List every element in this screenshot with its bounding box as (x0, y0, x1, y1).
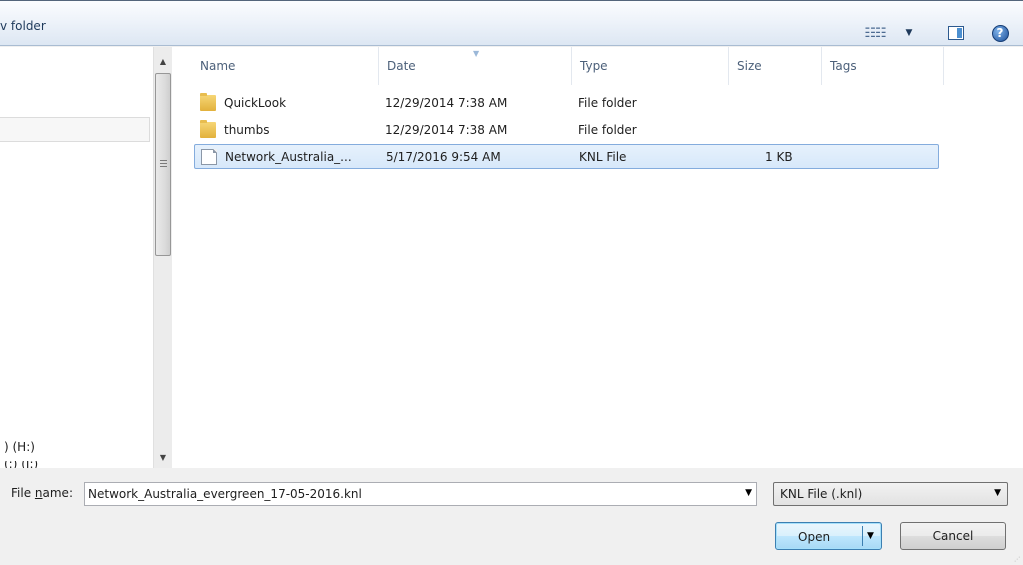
column-header-tags[interactable]: Tags (822, 47, 944, 85)
file-list: ▼ Name Date Type Size Tags QuickLook 12/… (173, 47, 1023, 468)
open-button-label: Open (798, 530, 831, 544)
file-type: File folder (578, 96, 637, 110)
nav-item-drive-i[interactable]: (:) (I:) (4, 461, 38, 468)
preview-pane-icon[interactable] (946, 23, 966, 43)
document-icon (201, 149, 217, 165)
file-date: 12/29/2014 7:38 AM (385, 96, 508, 110)
column-header-size[interactable]: Size (729, 47, 822, 85)
filename-combobox[interactable]: ▼ (84, 482, 757, 506)
grip-icon (160, 160, 167, 167)
chevron-down-icon: ▼ (994, 488, 1001, 498)
folder-icon (200, 93, 216, 111)
file-date: 12/29/2014 7:38 AM (385, 123, 508, 137)
nav-scrollbar[interactable]: ▲ ▼ (153, 47, 172, 468)
dialog-footer: File name: ▼ KNL File (.knl) ▼ Open ▼ Ca… (0, 468, 1023, 565)
split-divider (862, 526, 863, 546)
file-name: thumbs (224, 123, 270, 137)
filetype-select[interactable]: KNL File (.knl) ▼ (773, 482, 1008, 506)
resize-grip-icon[interactable]: ⋰ (1014, 556, 1020, 563)
dialog-content: ) (H:) (:) (I:) ▲ ▼ ▼ Name Date Type Siz… (0, 47, 1023, 468)
filename-label: File name: (11, 486, 73, 500)
nav-item-drive-h[interactable]: ) (H:) (4, 440, 35, 454)
view-dropdown-arrow-icon[interactable]: ▼ (903, 23, 915, 43)
file-row-thumbs[interactable]: thumbs 12/29/2014 7:38 AM File folder (194, 118, 939, 143)
file-row-network-australia[interactable]: Network_Australia_... 5/17/2016 9:54 AM … (194, 144, 939, 169)
scroll-down-icon[interactable]: ▼ (154, 449, 172, 466)
command-bar: v folder ☷☷ ▼ ? (0, 0, 1023, 46)
column-header-name[interactable]: Name (192, 47, 379, 85)
filetype-value: KNL File (.knl) (780, 487, 863, 501)
file-name: Network_Australia_... (225, 150, 352, 164)
scroll-thumb[interactable] (155, 73, 171, 256)
column-header-date[interactable]: Date (379, 47, 572, 85)
new-folder-button[interactable]: v folder (0, 19, 46, 33)
file-date: 5/17/2016 9:54 AM (386, 150, 501, 164)
open-dropdown-icon[interactable]: ▼ (867, 531, 874, 541)
cancel-button[interactable]: Cancel (900, 522, 1006, 550)
file-row-quicklook[interactable]: QuickLook 12/29/2014 7:38 AM File folder (194, 91, 939, 116)
file-type: KNL File (579, 150, 627, 164)
help-icon[interactable]: ? (990, 23, 1010, 43)
file-type: File folder (578, 123, 637, 137)
folder-icon (200, 120, 216, 138)
chevron-down-icon[interactable]: ▼ (745, 488, 752, 498)
column-header-type[interactable]: Type (572, 47, 729, 85)
navigation-pane: ) (H:) (:) (I:) (0, 47, 152, 468)
file-size: 1 KB (765, 150, 793, 164)
nav-item-selected[interactable] (0, 117, 150, 142)
open-button[interactable]: Open ▼ (775, 522, 882, 550)
change-view-icon[interactable]: ☷☷ (864, 23, 886, 43)
filename-input[interactable] (85, 483, 735, 505)
scroll-up-icon[interactable]: ▲ (154, 53, 172, 70)
file-name: QuickLook (224, 96, 287, 110)
